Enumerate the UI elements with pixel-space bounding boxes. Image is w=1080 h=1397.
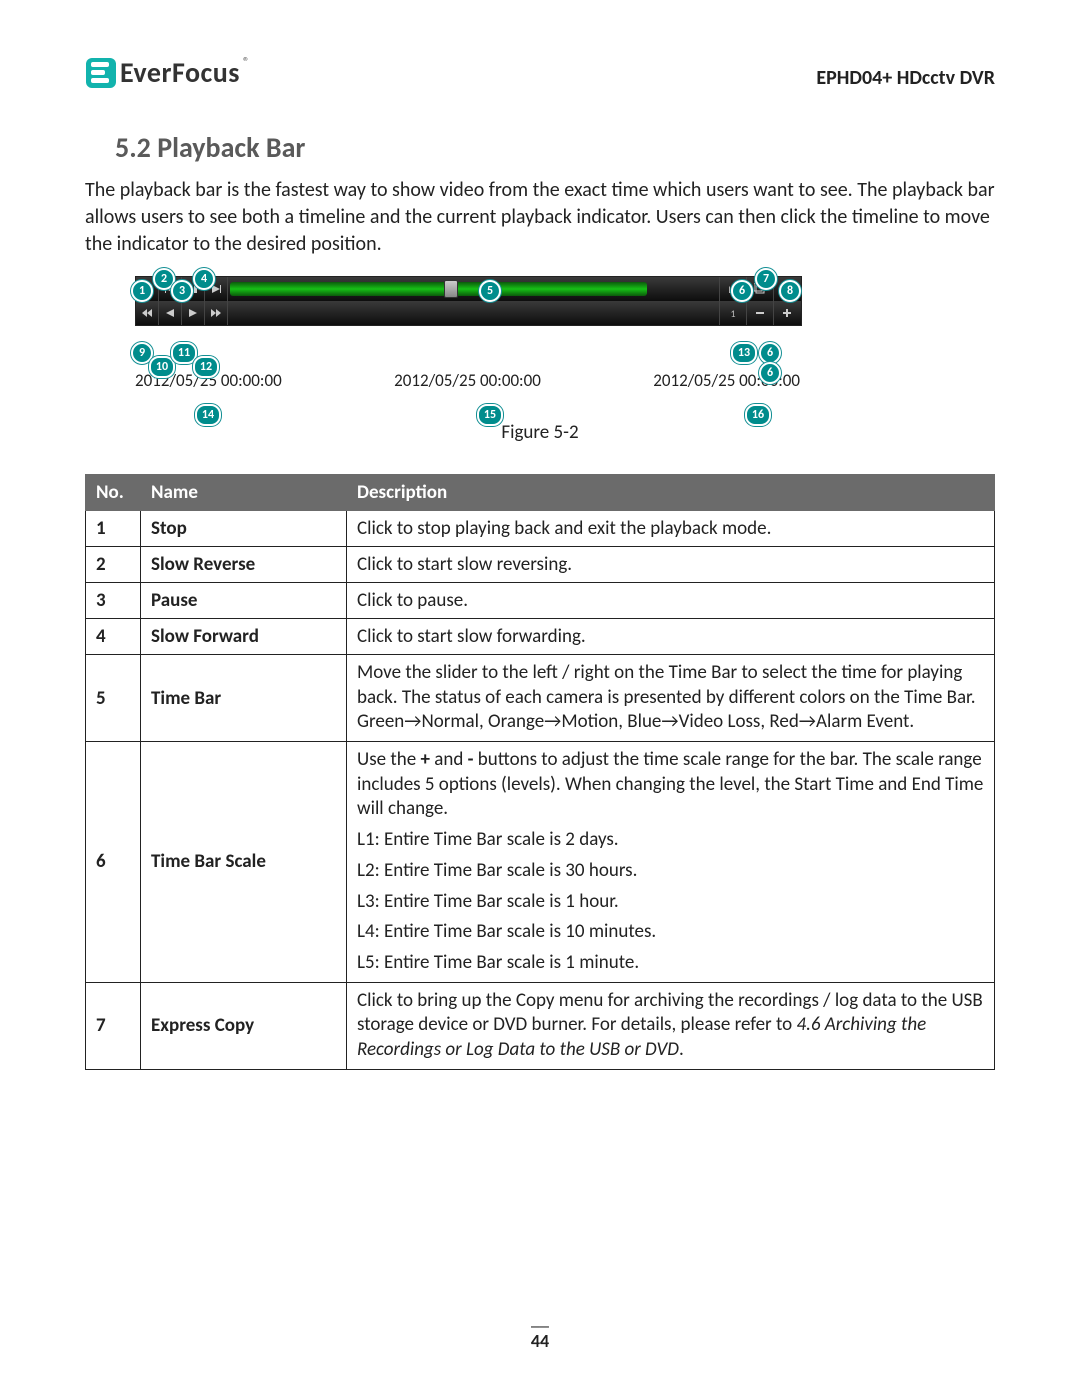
table-header-row: No. Name Description: [86, 475, 995, 511]
callout-6b: 6: [759, 342, 781, 364]
figure-timestamps: 2012/05/25 00:00:00 2012/05/25 00:00:00 …: [135, 370, 800, 391]
desc-line: L5: Entire Time Bar scale is 1 minute.: [357, 951, 984, 976]
section-title: 5.2 Playback Bar: [115, 130, 995, 165]
page-footer: __ 44: [0, 1308, 1080, 1352]
cell-desc: Use the + and - buttons to adjust the ti…: [347, 742, 995, 983]
callout-8: 8: [779, 280, 801, 302]
brand-text: EverFocus: [120, 55, 240, 90]
cell-name: Pause: [141, 583, 347, 619]
cell-name: Time Bar Scale: [141, 742, 347, 983]
time-bar-slider[interactable]: [444, 280, 458, 298]
callout-6a: 6: [731, 280, 753, 302]
desc-line: L2: Entire Time Bar scale is 30 hours.: [357, 859, 984, 884]
th-desc: Description: [347, 475, 995, 511]
timestamp-mid: 2012/05/25 00:00:00: [394, 370, 541, 391]
reverse-play-button[interactable]: [159, 301, 182, 325]
cell-name: Slow Forward: [141, 619, 347, 655]
callout-5: 5: [479, 280, 501, 302]
table-row: 1 Stop Click to stop playing back and ex…: [86, 511, 995, 547]
desc-line: L3: Entire Time Bar scale is 1 hour.: [357, 890, 984, 915]
document-page: EverFocus ® EPHD04+ HDcctv DVR 5.2 Playb…: [0, 0, 1080, 1397]
callout-16: 16: [745, 404, 771, 426]
table-row: 3 Pause Click to pause.: [86, 583, 995, 619]
desc-line: L1: Entire Time Bar scale is 2 days.: [357, 828, 984, 853]
play-button[interactable]: [182, 301, 205, 325]
cell-no: 3: [86, 583, 141, 619]
table-row: 4 Slow Forward Click to start slow forwa…: [86, 619, 995, 655]
cell-desc: Move the slider to the left / right on t…: [347, 655, 995, 742]
section-paragraph: The playback bar is the fastest way to s…: [85, 177, 995, 258]
playback-bar: L5: [135, 276, 802, 326]
cell-no: 4: [86, 619, 141, 655]
callout-14: 14: [195, 404, 221, 426]
fast-forward-button[interactable]: [205, 301, 228, 325]
callout-10: 10: [149, 356, 175, 378]
cell-no: 7: [86, 982, 141, 1069]
table-row: 2 Slow Reverse Click to start slow rever…: [86, 547, 995, 583]
cell-no: 5: [86, 655, 141, 742]
page-number: 44: [531, 1330, 549, 1352]
cell-no: 1: [86, 511, 141, 547]
everfocus-icon: [85, 57, 117, 89]
cell-desc: Click to start slow forwarding.: [347, 619, 995, 655]
th-name: Name: [141, 475, 347, 511]
brand-logo: EverFocus ®: [85, 55, 250, 90]
desc-line: Move the slider to the left / right on t…: [357, 661, 976, 733]
callout-1: 1: [131, 280, 153, 302]
cell-name: Time Bar: [141, 655, 347, 742]
cell-desc: Click to bring up the Copy menu for arch…: [347, 982, 995, 1069]
brand-focus: Focus: [172, 55, 240, 90]
callout-7: 7: [755, 268, 777, 290]
cell-desc: Click to start slow reversing.: [347, 547, 995, 583]
callout-13: 13: [731, 342, 757, 364]
table-row: 7 Express Copy Click to bring up the Cop…: [86, 982, 995, 1069]
cell-name: Express Copy: [141, 982, 347, 1069]
cell-name: Stop: [141, 511, 347, 547]
th-no: No.: [86, 475, 141, 511]
brand-ever: Ever: [120, 55, 172, 90]
cell-no: 6: [86, 742, 141, 983]
playback-bar-figure: 1 2 3 4 5 6 7 8: [135, 276, 895, 391]
cell-no: 2: [86, 547, 141, 583]
callout-12: 12: [193, 356, 219, 378]
product-title: EPHD04+ HDcctv DVR: [816, 66, 995, 90]
footer-mark: __: [0, 1308, 1080, 1330]
callout-15: 15: [477, 404, 503, 426]
time-bar[interactable]: [230, 279, 717, 299]
cell-desc: Click to pause.: [347, 583, 995, 619]
scale-minus-button[interactable]: [746, 301, 773, 325]
callout-3: 3: [171, 280, 193, 302]
desc-line: L4: Entire Time Bar scale is 10 minutes.: [357, 920, 984, 945]
table-row: 6 Time Bar Scale Use the + and - buttons…: [86, 742, 995, 983]
callout-6c: 6: [759, 362, 781, 384]
page-header: EverFocus ® EPHD04+ HDcctv DVR: [85, 55, 995, 90]
desc-tail: .: [679, 1038, 684, 1061]
cell-desc: Click to stop playing back and exit the …: [347, 511, 995, 547]
registered-mark: ®: [243, 55, 250, 70]
callout-4: 4: [193, 268, 215, 290]
scale-number-label: 1: [719, 301, 746, 325]
fast-reverse-button[interactable]: [136, 301, 159, 325]
scale-plus-button[interactable]: [773, 301, 800, 325]
figure-caption: Figure 5-2: [85, 421, 995, 444]
table-row: 5 Time Bar Move the slider to the left /…: [86, 655, 995, 742]
cell-name: Slow Reverse: [141, 547, 347, 583]
description-table: No. Name Description 1 Stop Click to sto…: [85, 474, 995, 1070]
